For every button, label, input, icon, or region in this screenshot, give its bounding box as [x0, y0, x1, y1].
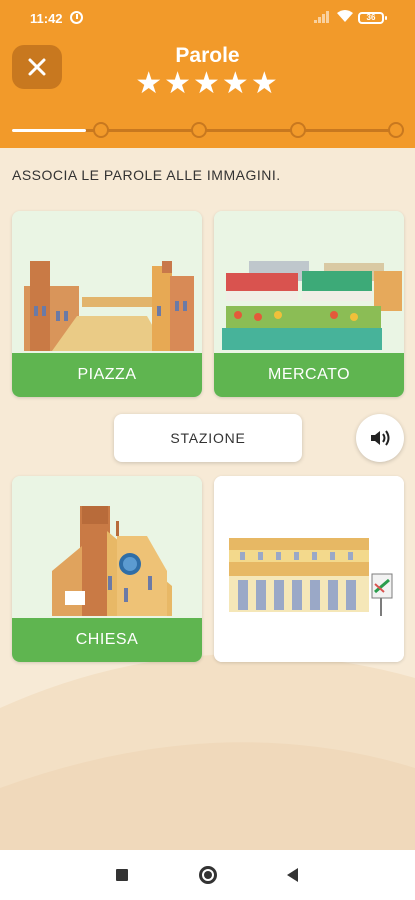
progress-step — [290, 122, 306, 138]
instruction-text: ASSOCIA LE PAROLE ALLE IMMAGINI. — [12, 167, 281, 183]
system-nav-bar — [0, 850, 415, 900]
image-card-piazza[interactable]: PIAZZA — [12, 211, 202, 397]
progress-fill — [12, 129, 87, 132]
header: 11:42 36 Parole ★★★★★ — [0, 0, 415, 148]
station-illustration — [214, 476, 404, 662]
progress-step — [93, 122, 109, 138]
card-label: MERCATO — [214, 353, 404, 397]
wifi-icon — [337, 10, 353, 22]
image-card-stazione[interactable] — [214, 476, 404, 662]
star-rating: ★★★★★ — [135, 67, 280, 100]
page-title: Parole — [175, 44, 240, 67]
progress-step — [388, 122, 404, 138]
card-label: CHIESA — [12, 618, 202, 662]
status-bar: 11:42 36 — [0, 0, 415, 34]
battery-icon: 36 — [358, 12, 387, 24]
audio-button[interactable] — [356, 414, 404, 462]
progress-bar — [12, 121, 404, 139]
word-chip[interactable]: STAZIONE — [114, 414, 302, 462]
progress-step — [191, 122, 207, 138]
signal-icon — [314, 11, 330, 23]
recents-icon[interactable] — [116, 869, 128, 881]
alarm-icon — [70, 11, 83, 24]
image-card-chiesa[interactable]: CHIESA — [12, 476, 202, 662]
card-label: PIAZZA — [12, 353, 202, 397]
speaker-icon — [371, 430, 390, 446]
back-icon[interactable] — [287, 868, 298, 882]
image-card-mercato[interactable]: MERCATO — [214, 211, 404, 397]
status-time: 11:42 — [30, 11, 63, 26]
home-icon[interactable] — [199, 866, 217, 884]
